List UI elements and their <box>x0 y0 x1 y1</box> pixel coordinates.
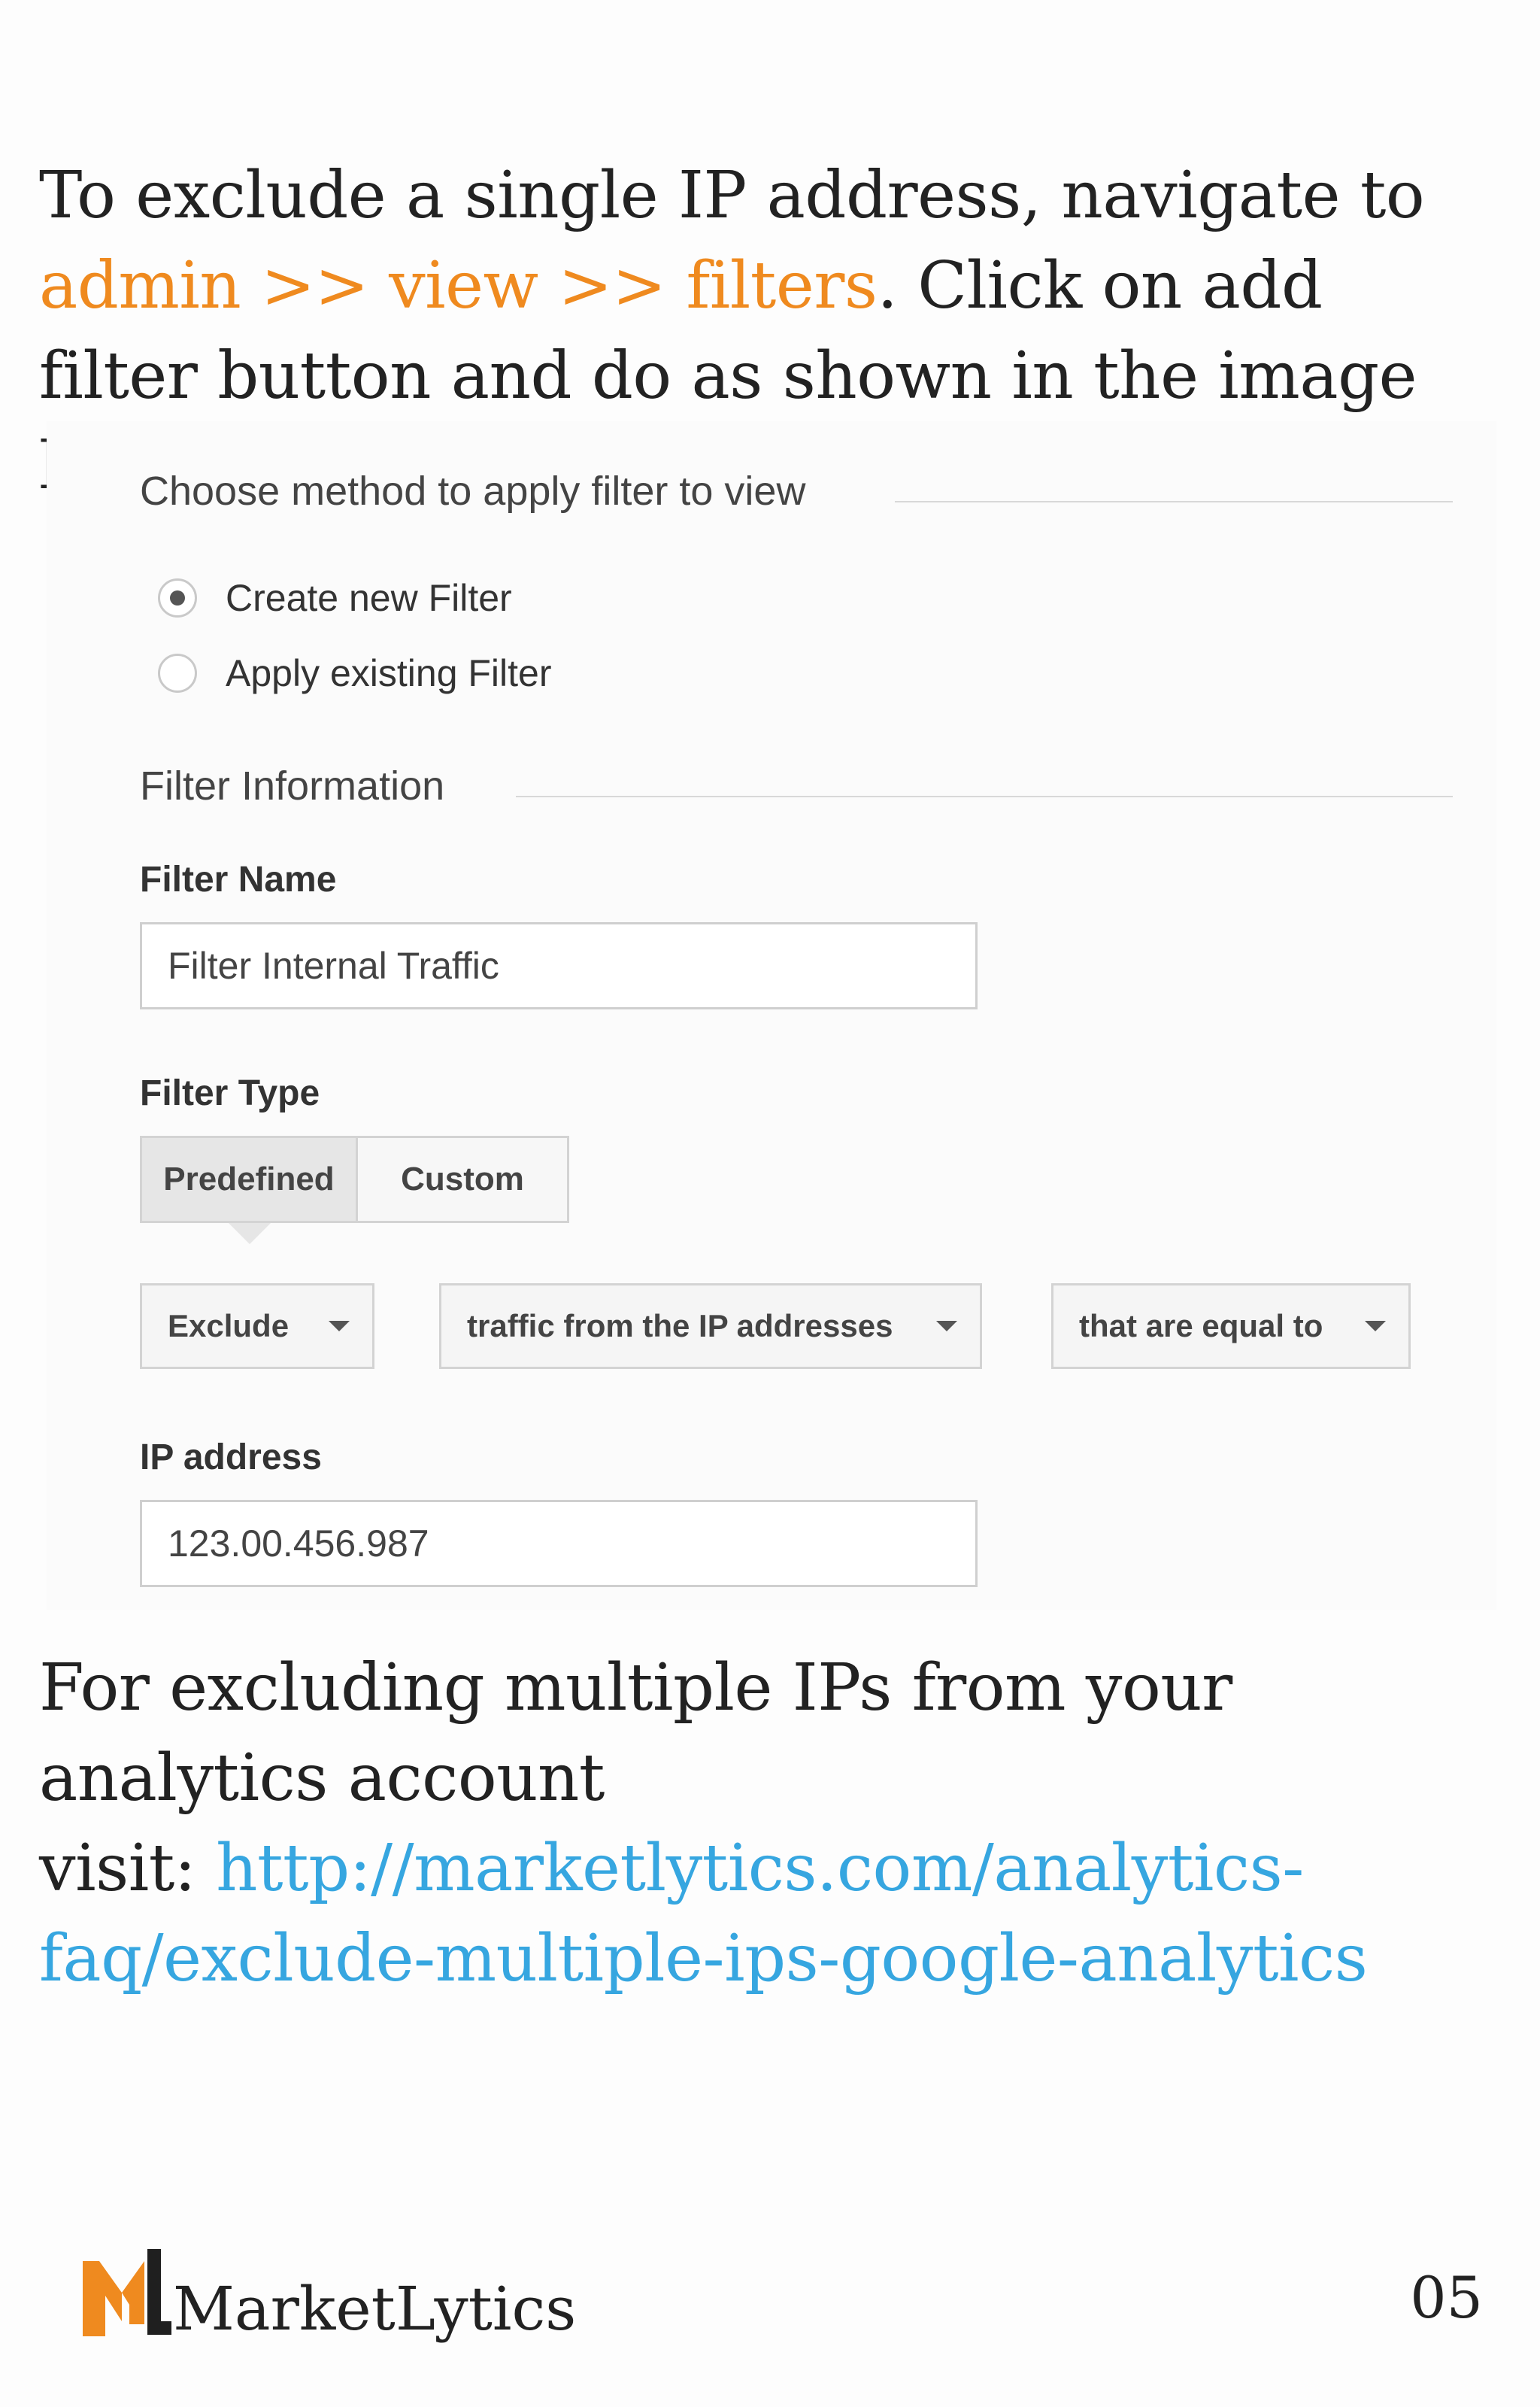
nav-path-view: view <box>389 248 538 323</box>
outro-visit-line: visit: http://marketlytics.com/analytics… <box>39 1823 1513 1914</box>
filter-type-label: Filter Type <box>140 1073 320 1113</box>
outro-paragraph: For excluding multiple IPs from your ana… <box>39 1643 1513 2004</box>
caret-down-icon <box>329 1321 350 1331</box>
radio-checked-icon[interactable] <box>158 578 197 618</box>
radio-create-label: Create new Filter <box>226 577 512 619</box>
outro-line: For excluding multiple IPs from your ana… <box>39 1650 1232 1816</box>
expression-dropdown-value: that are equal to <box>1079 1308 1323 1343</box>
marketlytics-ml-logo-icon <box>83 2249 171 2336</box>
intro-text-before: To exclude a single IP address, navigate… <box>39 158 1425 233</box>
expression-dropdown[interactable]: that are equal to <box>1051 1283 1411 1369</box>
radio-apply-existing-filter[interactable]: Apply existing Filter <box>158 647 552 700</box>
caret-down-icon <box>936 1321 957 1331</box>
active-tab-pointer <box>229 1223 271 1244</box>
visit-label: visit: <box>39 1831 217 1906</box>
ip-address-input[interactable]: 123.00.456.987 <box>140 1500 978 1587</box>
marketlytics-logo: MarketLytics <box>83 2249 576 2339</box>
filter-information-divider <box>516 796 1453 797</box>
tab-predefined[interactable]: Predefined <box>142 1138 358 1221</box>
nav-path-separator: >> <box>538 248 687 323</box>
nav-path-separator: >> <box>241 248 390 323</box>
caret-down-icon <box>1365 1321 1386 1331</box>
nav-path-filters: filters <box>686 248 878 323</box>
filter-type-toggle: Predefined Custom <box>140 1136 569 1223</box>
tab-custom[interactable]: Custom <box>358 1138 567 1221</box>
filter-form-screenshot: Choose method to apply filter to view Cr… <box>47 421 1496 1610</box>
radio-unchecked-icon[interactable] <box>158 654 197 693</box>
faq-link-part2[interactable]: faq/exclude-multiple-ips-google-analytic… <box>39 1914 1513 2004</box>
filter-name-label: Filter Name <box>140 860 337 900</box>
method-divider <box>895 501 1453 502</box>
filter-information-title: Filter Information <box>140 763 445 809</box>
nav-path-admin: admin <box>39 248 241 323</box>
filter-name-input[interactable]: Filter Internal Traffic <box>140 922 978 1009</box>
exclude-dropdown-value: Exclude <box>168 1308 290 1343</box>
radio-apply-label: Apply existing Filter <box>226 652 552 694</box>
exclude-dropdown[interactable]: Exclude <box>140 1283 374 1369</box>
radio-create-new-filter[interactable]: Create new Filter <box>158 572 512 624</box>
brand-name: MarketLytics <box>173 2274 577 2344</box>
traffic-source-dropdown[interactable]: traffic from the IP addresses <box>439 1283 982 1369</box>
page-number: 05 <box>1410 2264 1483 2331</box>
method-section-title: Choose method to apply filter to view <box>140 469 806 514</box>
traffic-source-dropdown-value: traffic from the IP addresses <box>467 1308 893 1343</box>
ip-address-label: IP address <box>140 1437 322 1477</box>
faq-link-part1[interactable]: http://marketlytics.com/analytics- <box>216 1831 1304 1906</box>
